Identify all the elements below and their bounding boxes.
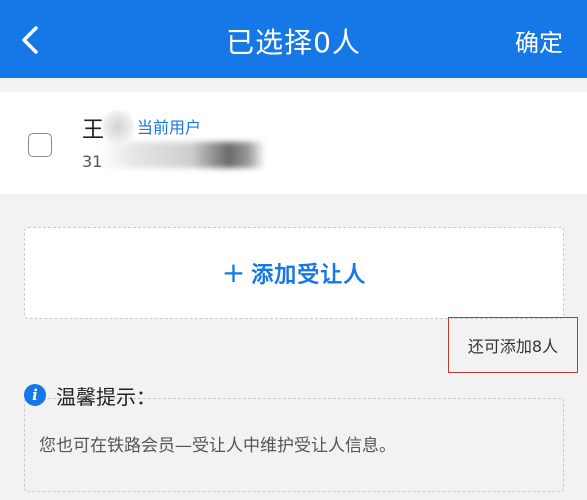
remaining-count: 还可添加8人 — [467, 337, 559, 356]
tips-title: 温馨提示： — [56, 384, 156, 409]
add-transferee-button[interactable]: + 添加受让人 — [24, 227, 564, 319]
tips-header: i 温馨提示： — [24, 381, 156, 409]
tips-text: 您也可在铁路会员—受让人中维护受让人信息。 — [39, 436, 396, 456]
confirm-button[interactable]: 确定 — [515, 0, 563, 78]
user-checkbox[interactable] — [28, 133, 52, 157]
user-name: 王 — [82, 118, 105, 143]
app-header: 已选择0人 确定 — [0, 0, 587, 78]
redacted-id-blur — [100, 142, 265, 168]
plus-icon: + — [221, 256, 246, 289]
remaining-count-box: 还可添加8人 — [448, 317, 578, 373]
user-card[interactable]: 王 当前用户 31 — [0, 92, 587, 194]
redacted-name-blur — [102, 110, 134, 144]
current-user-badge: 当前用户 — [137, 118, 202, 137]
add-transferee-label: 添加受让人 — [251, 263, 367, 288]
page-title: 已选择0人 — [226, 26, 361, 59]
info-icon: i — [24, 384, 46, 406]
